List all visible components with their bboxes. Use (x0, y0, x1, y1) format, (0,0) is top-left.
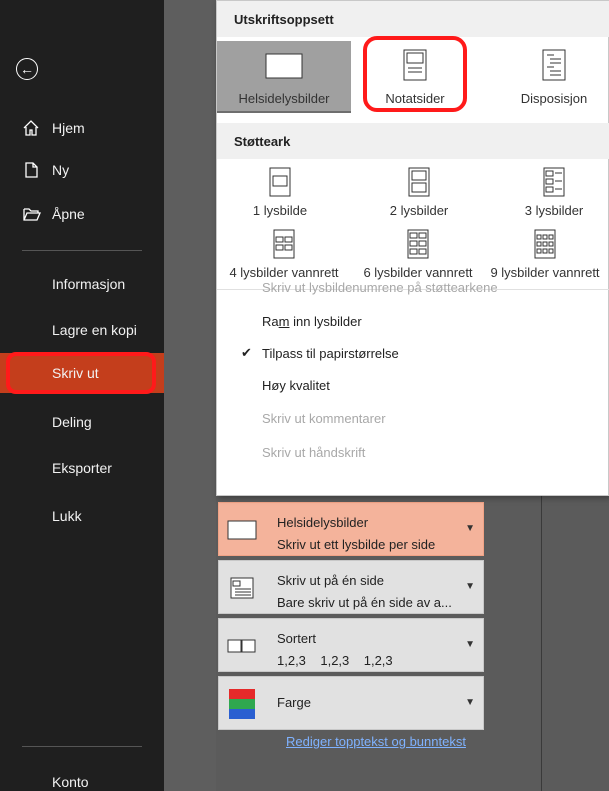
option-frame-slides[interactable]: Ram inn lysbilder (217, 305, 609, 338)
layout-dropdown-title: Helsidelysbilder (277, 515, 369, 530)
option-label: Skriv ut lysbildenumrene på støttearkene (262, 280, 498, 295)
handout-3-slides-icon (543, 167, 565, 197)
option-label: Skriv ut kommentarer (262, 411, 386, 426)
option-label: Tilpass til papirstørrelse (262, 346, 399, 361)
sides-dropdown[interactable]: Skriv ut på én side Bare skriv ut på én … (218, 560, 484, 614)
sides-dropdown-sub: Bare skriv ut på én side av a... (277, 595, 452, 610)
sidebar-item-close[interactable]: Lukk (0, 496, 164, 536)
sidebar-item-account[interactable]: Konto (0, 762, 164, 791)
sidebar-item-info[interactable]: Informasjon (0, 264, 164, 304)
option-label: Høy kvalitet (262, 378, 330, 393)
handout-1-slide[interactable]: 1 lysbilde (225, 167, 335, 223)
collate-dropdown[interactable]: Sortert 1,2,3 1,2,3 1,2,3 ▼ (218, 618, 484, 672)
option-high-quality[interactable]: Høy kvalitet (217, 369, 609, 402)
sidebar-item-export[interactable]: Eksporter (0, 448, 164, 488)
handout-label: 3 lysbilder (524, 203, 584, 218)
chevron-down-icon: ▼ (465, 697, 475, 708)
sidebar-item-label: Deling (52, 414, 92, 430)
chevron-down-icon: ▼ (465, 639, 475, 650)
handout-4-slides-icon (273, 229, 295, 259)
option-print-slide-numbers: Skriv ut lysbildenumrene på støttearkene (217, 271, 609, 304)
outline-icon (542, 49, 566, 81)
sidebar-item-share[interactable]: Deling (0, 402, 164, 442)
color-dropdown-title: Farge (277, 695, 311, 710)
folder-open-icon (22, 205, 42, 223)
sidebar-item-save-copy[interactable]: Lagre en kopi (0, 310, 164, 350)
handout-label: 2 lysbilder (389, 203, 449, 218)
new-document-icon (22, 161, 42, 179)
collated-icon (227, 639, 256, 653)
layout-option-outline[interactable]: Disposisjon (502, 41, 606, 113)
handouts-section-header: Støtteark (217, 123, 609, 159)
edit-header-footer-link[interactable]: Rediger topptekst og bunntekst (286, 734, 466, 749)
print-settings: Helsidelysbilder Skriv ut ett lysbilde p… (216, 496, 486, 791)
full-page-slide-icon (265, 53, 303, 79)
preview-divider (541, 496, 542, 791)
color-dropdown[interactable]: Farge ▼ (218, 676, 484, 730)
sidebar-item-label: Eksporter (52, 460, 112, 476)
full-page-slide-icon (227, 520, 257, 540)
print-pane-background (164, 0, 216, 791)
sidebar-item-new[interactable]: Ny (0, 150, 164, 190)
sidebar-divider (22, 250, 142, 251)
home-icon (22, 119, 42, 137)
collate-dropdown-sub: 1,2,3 1,2,3 1,2,3 (277, 653, 393, 668)
option-fit-to-paper[interactable]: ✔ Tilpass til papirstørrelse (217, 337, 609, 370)
handout-1-slide-icon (269, 167, 291, 197)
handout-2-slides-icon (408, 167, 430, 197)
option-print-comments: Skriv ut kommentarer (217, 402, 609, 435)
sidebar-item-label: Informasjon (52, 276, 126, 292)
highlight-ring-print (6, 352, 156, 394)
handout-3-slides[interactable]: 3 lysbilder (502, 167, 606, 223)
one-sided-print-icon (230, 577, 254, 599)
layout-section-header: Utskriftsoppsett (217, 1, 609, 37)
sidebar-divider (22, 746, 142, 747)
sidebar-item-label: Hjem (52, 120, 85, 136)
chevron-down-icon: ▼ (465, 523, 475, 534)
collate-dropdown-title: Sortert (277, 631, 317, 646)
checkmark-icon: ✔ (241, 345, 252, 360)
handout-6-slides-icon (407, 229, 429, 259)
sidebar-item-label: Konto (52, 774, 89, 790)
layout-option-full-page[interactable]: Helsidelysbilder (217, 41, 351, 113)
option-label: Ram inn lysbilder (262, 314, 362, 329)
handout-label: 1 lysbilde (252, 203, 308, 218)
layout-dropdown[interactable]: Helsidelysbilder Skriv ut ett lysbilde p… (218, 502, 484, 556)
handout-9-slides-icon (534, 229, 556, 259)
option-label: Skriv ut håndskrift (262, 445, 366, 460)
layout-dropdown-sub: Skriv ut ett lysbilde per side (277, 537, 436, 552)
layout-option-label: Disposisjon (520, 91, 588, 106)
sides-dropdown-title: Skriv ut på én side (277, 573, 384, 588)
sidebar-item-home[interactable]: Hjem (0, 108, 164, 148)
sidebar-item-label: Åpne (52, 206, 85, 222)
highlight-ring-notes-pages (363, 36, 467, 112)
chevron-down-icon: ▼ (465, 581, 475, 592)
layout-option-label: Helsidelysbilder (238, 91, 330, 106)
option-print-ink: Skriv ut håndskrift (217, 436, 609, 469)
sidebar-item-open[interactable]: Åpne (0, 194, 164, 234)
sidebar-item-label: Lagre en kopi (52, 322, 137, 338)
back-arrow-icon[interactable]: ← (16, 58, 38, 80)
sidebar-item-label: Ny (52, 162, 70, 178)
handout-2-slides[interactable]: 2 lysbilder (369, 167, 469, 223)
color-print-icon (229, 689, 255, 719)
sidebar-item-label: Lukk (52, 508, 82, 524)
backstage-sidebar: ← Hjem Ny Åpne Informasjon Lagre en kopi… (0, 0, 164, 791)
